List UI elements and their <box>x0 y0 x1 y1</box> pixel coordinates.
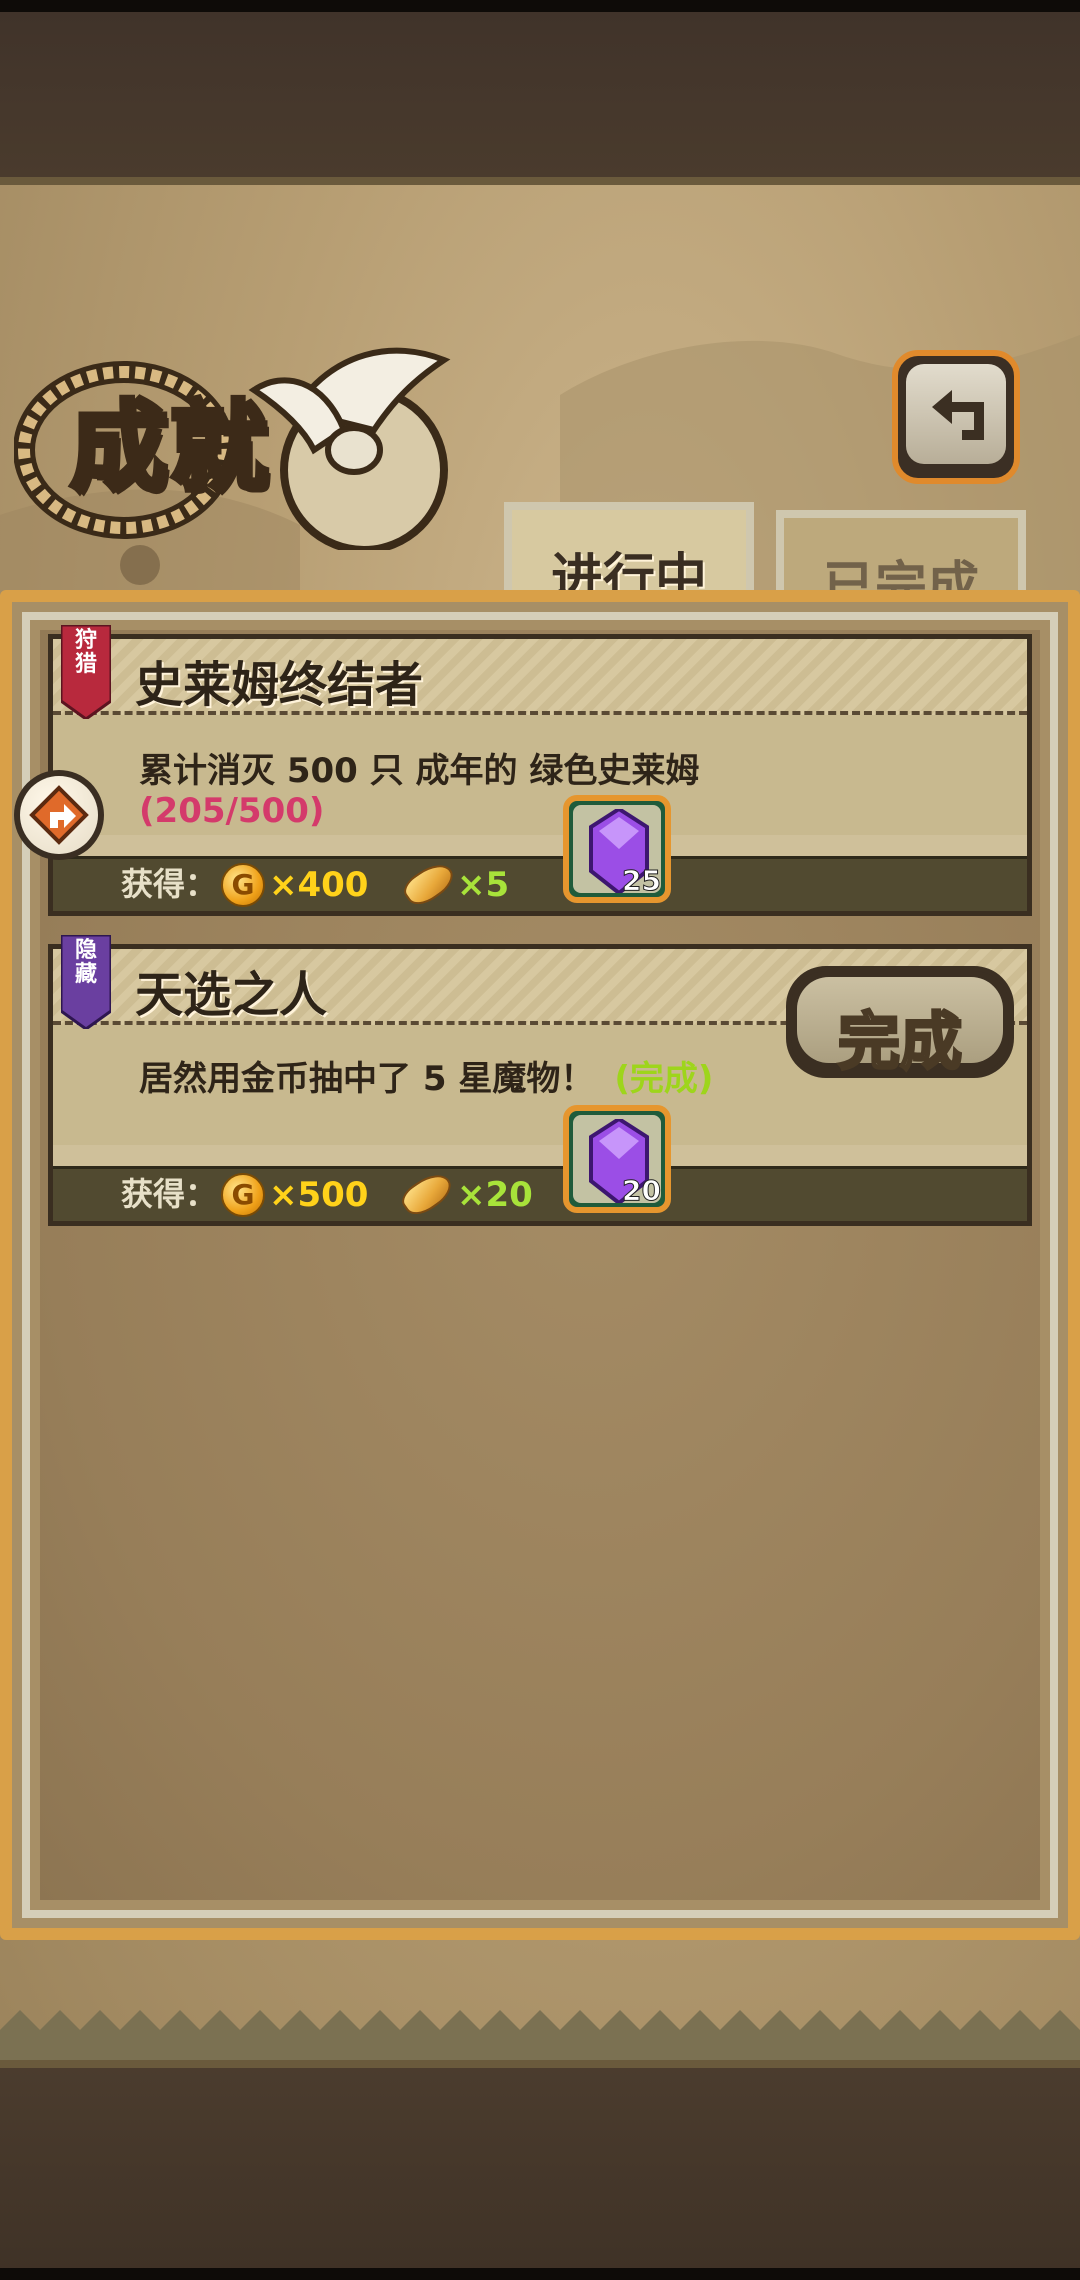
achievement-card: 狩猎 史莱姆终结者 累计消灭 500 只 成年的 绿色史莱姆 (205/500)… <box>48 625 1032 916</box>
back-button[interactable] <box>892 350 1020 484</box>
achievement-description-row: 居然用金币抽中了 5 星魔物！ (完成) <box>139 1051 713 1100</box>
bottom-zigzag-border <box>0 2010 1080 2060</box>
card-footer: 获得： G ×400 ×5 <box>53 856 1027 912</box>
bread-icon <box>397 1166 457 1222</box>
achievement-progress: (205/500) <box>139 791 325 831</box>
achievement-description: 居然用金币抽中了 5 星魔物！ <box>139 1059 595 1099</box>
achievement-description: 累计消灭 500 只 成年的 绿色史莱姆 <box>139 751 700 791</box>
bottom-band <box>0 2060 1080 2276</box>
gold-coin-icon: G <box>221 863 265 907</box>
bread-amount: ×5 <box>457 865 510 905</box>
page-title: 成就 <box>67 389 271 508</box>
achievement-title: 史莱姆终结者 <box>135 657 424 713</box>
status-bar <box>0 0 1080 12</box>
complete-button[interactable]: 完成 <box>786 966 1014 1080</box>
card-footer: 获得： G ×500 ×20 <box>53 1166 1027 1222</box>
coin-amount: ×500 <box>269 1175 369 1215</box>
gem-count: 20 <box>622 1174 662 1208</box>
hunt-badge-text: 狩猎 <box>74 628 97 677</box>
coin-amount: ×400 <box>269 865 369 905</box>
hidden-badge-text: 隐藏 <box>74 938 97 987</box>
gem-count: 25 <box>622 864 662 898</box>
gem-reward[interactable]: 20 <box>563 1105 671 1213</box>
achievement-title: 天选之人 <box>135 967 328 1023</box>
reward-label: 获得： <box>121 865 218 903</box>
route-sign-icon <box>29 785 89 845</box>
bread-icon <box>399 856 459 912</box>
navigation-bar <box>0 2268 1080 2280</box>
achievement-status: (完成) <box>614 1059 714 1099</box>
complete-button-label: 完成 <box>836 1004 963 1080</box>
route-sign-button[interactable] <box>14 770 104 860</box>
bread-amount: ×20 <box>457 1175 533 1215</box>
reward-label: 获得： <box>121 1175 218 1213</box>
gold-coin-icon: G <box>221 1173 265 1217</box>
top-band <box>0 12 1080 185</box>
back-arrow-icon <box>932 390 984 440</box>
gem-reward[interactable]: 25 <box>563 795 671 903</box>
